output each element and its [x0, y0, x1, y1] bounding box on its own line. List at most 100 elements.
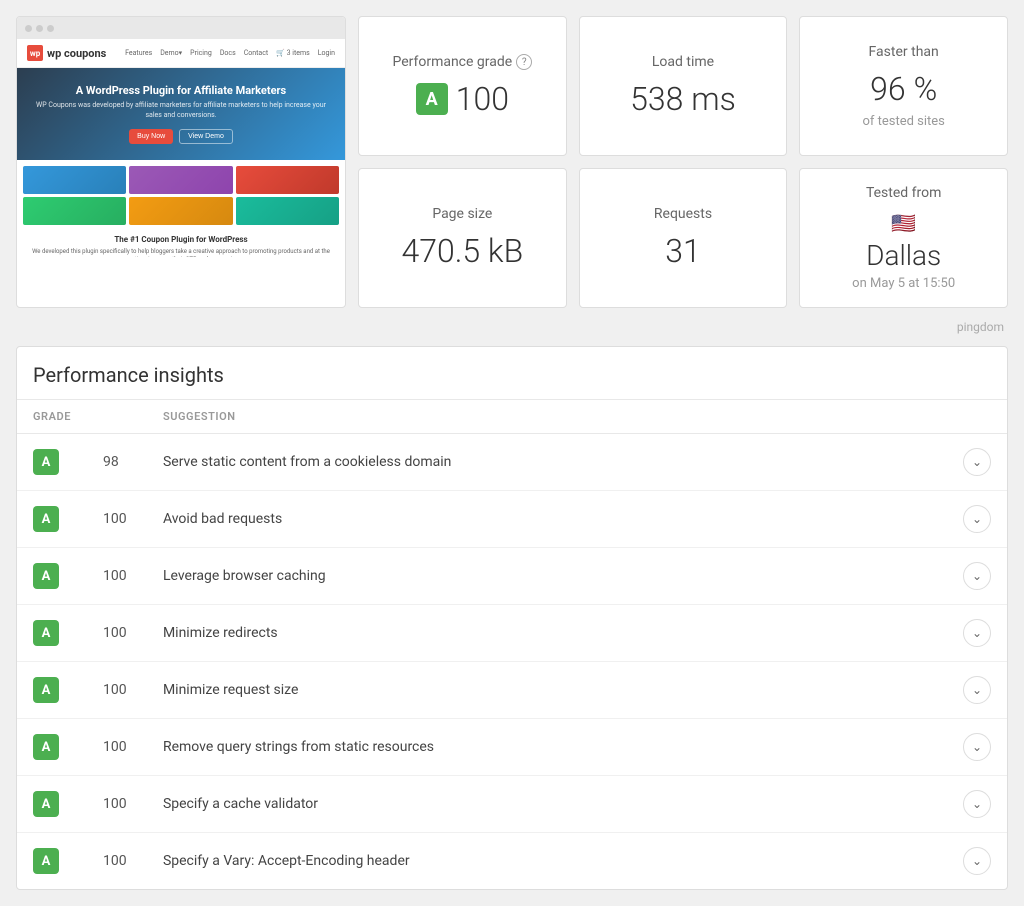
insights-section: Performance insights Grade Suggestion A … — [16, 346, 1008, 890]
table-row: A 100 Minimize redirects ⌄ — [17, 605, 1007, 662]
row-score-cell: 100 — [87, 548, 147, 605]
metric-tested-from: Tested from 🇺🇸 Dallas on May 5 at 15:50 — [799, 168, 1008, 308]
row-expand-cell: ⌄ — [947, 719, 1007, 776]
col-suggestion: Suggestion — [147, 400, 947, 434]
row-suggestion-cell: Serve static content from a cookieless d… — [147, 434, 947, 491]
row-grade-badge: A — [33, 734, 59, 760]
row-expand-cell: ⌄ — [947, 662, 1007, 719]
insights-table: Grade Suggestion A 98 Serve static conte… — [17, 399, 1007, 889]
tested-from-date: on May 5 at 15:50 — [852, 276, 955, 291]
thumb-3 — [236, 166, 339, 194]
browser-bar — [17, 17, 345, 39]
performance-grade-value: A 100 — [416, 80, 509, 118]
row-expand-cell: ⌄ — [947, 776, 1007, 833]
pingdom-attribution: pingdom — [16, 320, 1008, 334]
site-footer-title: The #1 Coupon Plugin for WordPress — [17, 231, 345, 248]
performance-grade-score: 100 — [456, 80, 509, 118]
page-size-value: 470.5 kB — [401, 232, 523, 270]
row-expand-cell: ⌄ — [947, 833, 1007, 890]
hero-buy-button[interactable]: Buy Now — [129, 129, 173, 144]
insights-table-body: A 98 Serve static content from a cookiel… — [17, 434, 1007, 890]
row-grade-cell: A — [17, 776, 87, 833]
thumb-4 — [23, 197, 126, 225]
hero-subtitle: WP Coupons was developed by affiliate ma… — [27, 101, 335, 121]
logo-text: wp coupons — [47, 47, 106, 60]
row-suggestion-cell: Specify a Vary: Accept-Encoding header — [147, 833, 947, 890]
preview-inner: wp wp coupons Features Demo▾ Pricing Doc… — [17, 17, 345, 257]
expand-button[interactable]: ⌄ — [963, 505, 991, 533]
metric-faster-than: Faster than 96 % of tested sites — [799, 16, 1008, 156]
row-suggestion-cell: Minimize redirects — [147, 605, 947, 662]
expand-button[interactable]: ⌄ — [963, 562, 991, 590]
nav-item-5: Contact — [244, 49, 268, 57]
row-suggestion-cell: Avoid bad requests — [147, 491, 947, 548]
expand-button[interactable]: ⌄ — [963, 619, 991, 647]
row-grade-cell: A — [17, 548, 87, 605]
expand-button[interactable]: ⌄ — [963, 847, 991, 875]
row-score-cell: 100 — [87, 719, 147, 776]
insights-table-header: Grade Suggestion — [17, 400, 1007, 434]
main-container: wp wp coupons Features Demo▾ Pricing Doc… — [0, 0, 1024, 906]
performance-grade-badge: A — [416, 83, 448, 115]
insights-title: Performance insights — [17, 347, 1007, 399]
faster-than-unit: % — [914, 70, 938, 108]
metric-load-time: Load time 538 ms — [579, 16, 788, 156]
table-row: A 100 Specify a Vary: Accept-Encoding he… — [17, 833, 1007, 890]
table-row: A 100 Remove query strings from static r… — [17, 719, 1007, 776]
nav-item-1: Features — [125, 49, 152, 57]
row-grade-cell: A — [17, 434, 87, 491]
row-score-cell: 98 — [87, 434, 147, 491]
row-score-cell: 100 — [87, 662, 147, 719]
row-suggestion-cell: Specify a cache validator — [147, 776, 947, 833]
row-grade-cell: A — [17, 833, 87, 890]
col-grade: Grade — [17, 400, 87, 434]
expand-button[interactable]: ⌄ — [963, 790, 991, 818]
row-score-cell: 100 — [87, 776, 147, 833]
row-grade-badge: A — [33, 620, 59, 646]
row-score-cell: 100 — [87, 605, 147, 662]
load-time-label: Load time — [652, 54, 714, 70]
metric-performance-grade: Performance grade ? A 100 — [358, 16, 567, 156]
row-suggestion-cell: Leverage browser caching — [147, 548, 947, 605]
row-score-cell: 100 — [87, 833, 147, 890]
thumb-1 — [23, 166, 126, 194]
performance-grade-label: Performance grade ? — [392, 54, 532, 70]
load-time-value: 538 ms — [630, 80, 736, 118]
hero-title: A WordPress Plugin for Affiliate Markete… — [27, 84, 335, 97]
row-grade-cell: A — [17, 605, 87, 662]
thumb-5 — [129, 197, 232, 225]
row-grade-badge: A — [33, 563, 59, 589]
row-expand-cell: ⌄ — [947, 605, 1007, 662]
page-size-label: Page size — [432, 206, 492, 222]
hero-buttons: Buy Now View Demo — [27, 129, 335, 144]
row-expand-cell: ⌄ — [947, 548, 1007, 605]
nav-item-4: Docs — [220, 49, 236, 57]
expand-button[interactable]: ⌄ — [963, 733, 991, 761]
nav-item-7: Login — [318, 49, 335, 57]
metric-page-size: Page size 470.5 kB — [358, 168, 567, 308]
row-grade-badge: A — [33, 677, 59, 703]
hero-demo-button[interactable]: View Demo — [179, 129, 233, 144]
nav-item-2: Demo▾ — [160, 49, 182, 57]
expand-button[interactable]: ⌄ — [963, 448, 991, 476]
faster-than-value: 96 % — [870, 70, 937, 108]
tested-from-label: Tested from — [866, 185, 941, 201]
thumb-6 — [236, 197, 339, 225]
metrics-grid: Performance grade ? A 100 Load time 538 … — [358, 16, 1008, 308]
metric-requests: Requests 31 — [579, 168, 788, 308]
site-footer-sub: We developed this plugin specifically to… — [17, 248, 345, 257]
expand-button[interactable]: ⌄ — [963, 676, 991, 704]
row-grade-badge: A — [33, 791, 59, 817]
browser-dot-1 — [25, 25, 32, 32]
nav-item-6: 🛒 3 items — [276, 49, 310, 57]
faster-than-label: Faster than — [869, 44, 939, 60]
screenshot-grid — [17, 160, 345, 231]
row-expand-cell: ⌄ — [947, 434, 1007, 491]
faster-than-number: 96 — [870, 70, 906, 108]
table-row: A 100 Minimize request size ⌄ — [17, 662, 1007, 719]
site-header: wp wp coupons Features Demo▾ Pricing Doc… — [17, 39, 345, 68]
row-grade-badge: A — [33, 848, 59, 874]
performance-grade-help[interactable]: ? — [516, 54, 532, 70]
site-nav: Features Demo▾ Pricing Docs Contact 🛒 3 … — [125, 49, 335, 57]
row-grade-cell: A — [17, 491, 87, 548]
